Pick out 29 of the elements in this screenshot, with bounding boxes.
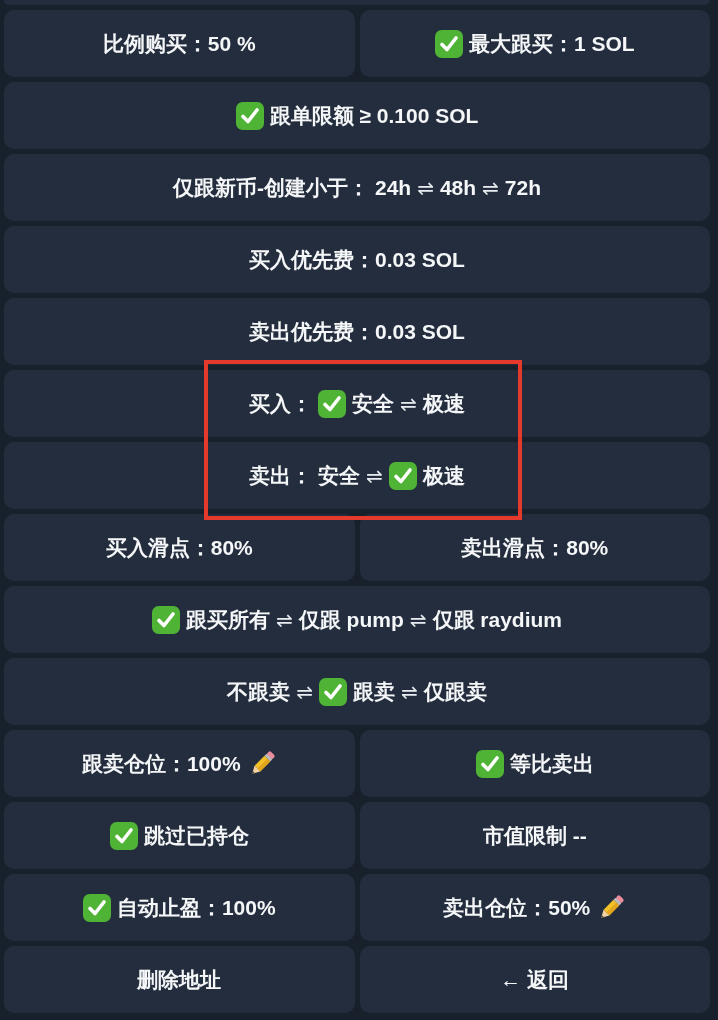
check-icon — [475, 749, 504, 778]
check-icon — [235, 101, 264, 130]
keyboard-button[interactable]: 市值限制 -- — [359, 802, 710, 869]
option-switch-button[interactable]: 买入： 安全 ⇌ 极速 — [4, 370, 710, 437]
keyboard-button[interactable]: 卖出优先费：0.03 SOL — [4, 298, 710, 365]
check-icon — [388, 461, 417, 490]
keyboard-button[interactable]: 比例购买：50 % — [4, 10, 355, 77]
keyboard-button[interactable]: 卖出滑点：80% — [359, 514, 710, 581]
toggle-button[interactable]: 跟单限额 ≥ 0.100 SOL — [4, 82, 710, 149]
keyboard-button[interactable]: 删除地址 — [4, 946, 355, 1013]
edit-button[interactable]: 跟卖仓位：100% — [4, 730, 355, 797]
option-switch-button[interactable]: 仅跟新币-创建小于： 24h ⇌ 48h ⇌ 72h — [4, 154, 710, 221]
check-icon — [82, 893, 111, 922]
option-switch-button[interactable]: 卖出： 安全 ⇌ 极速 — [4, 442, 710, 509]
keyboard-button[interactable]: 买入优先费：0.03 SOL — [4, 226, 710, 293]
check-icon — [318, 389, 347, 418]
check-icon — [109, 821, 138, 850]
keyboard-button[interactable]: 买入滑点：80% — [4, 514, 355, 581]
check-icon — [434, 29, 463, 58]
toggle-button[interactable]: 等比卖出 — [359, 730, 710, 797]
check-icon — [319, 677, 347, 706]
option-switch-button[interactable]: 跟买所有 ⇌ 仅跟 pump ⇌ 仅跟 raydium — [4, 586, 710, 653]
check-icon — [151, 605, 180, 634]
option-switch-button[interactable]: 不跟卖 ⇌ 跟卖 ⇌ 仅跟卖 — [4, 658, 710, 725]
toggle-button[interactable]: 自动止盈：100% — [4, 874, 355, 941]
edit-button[interactable]: 卖出仓位：50% — [359, 874, 710, 941]
toggle-button[interactable]: 跳过已持仓 — [4, 802, 355, 869]
toggle-button[interactable]: 最大跟买：1 SOL — [359, 10, 710, 77]
keyboard-button[interactable]: ← 返回 — [359, 946, 710, 1013]
